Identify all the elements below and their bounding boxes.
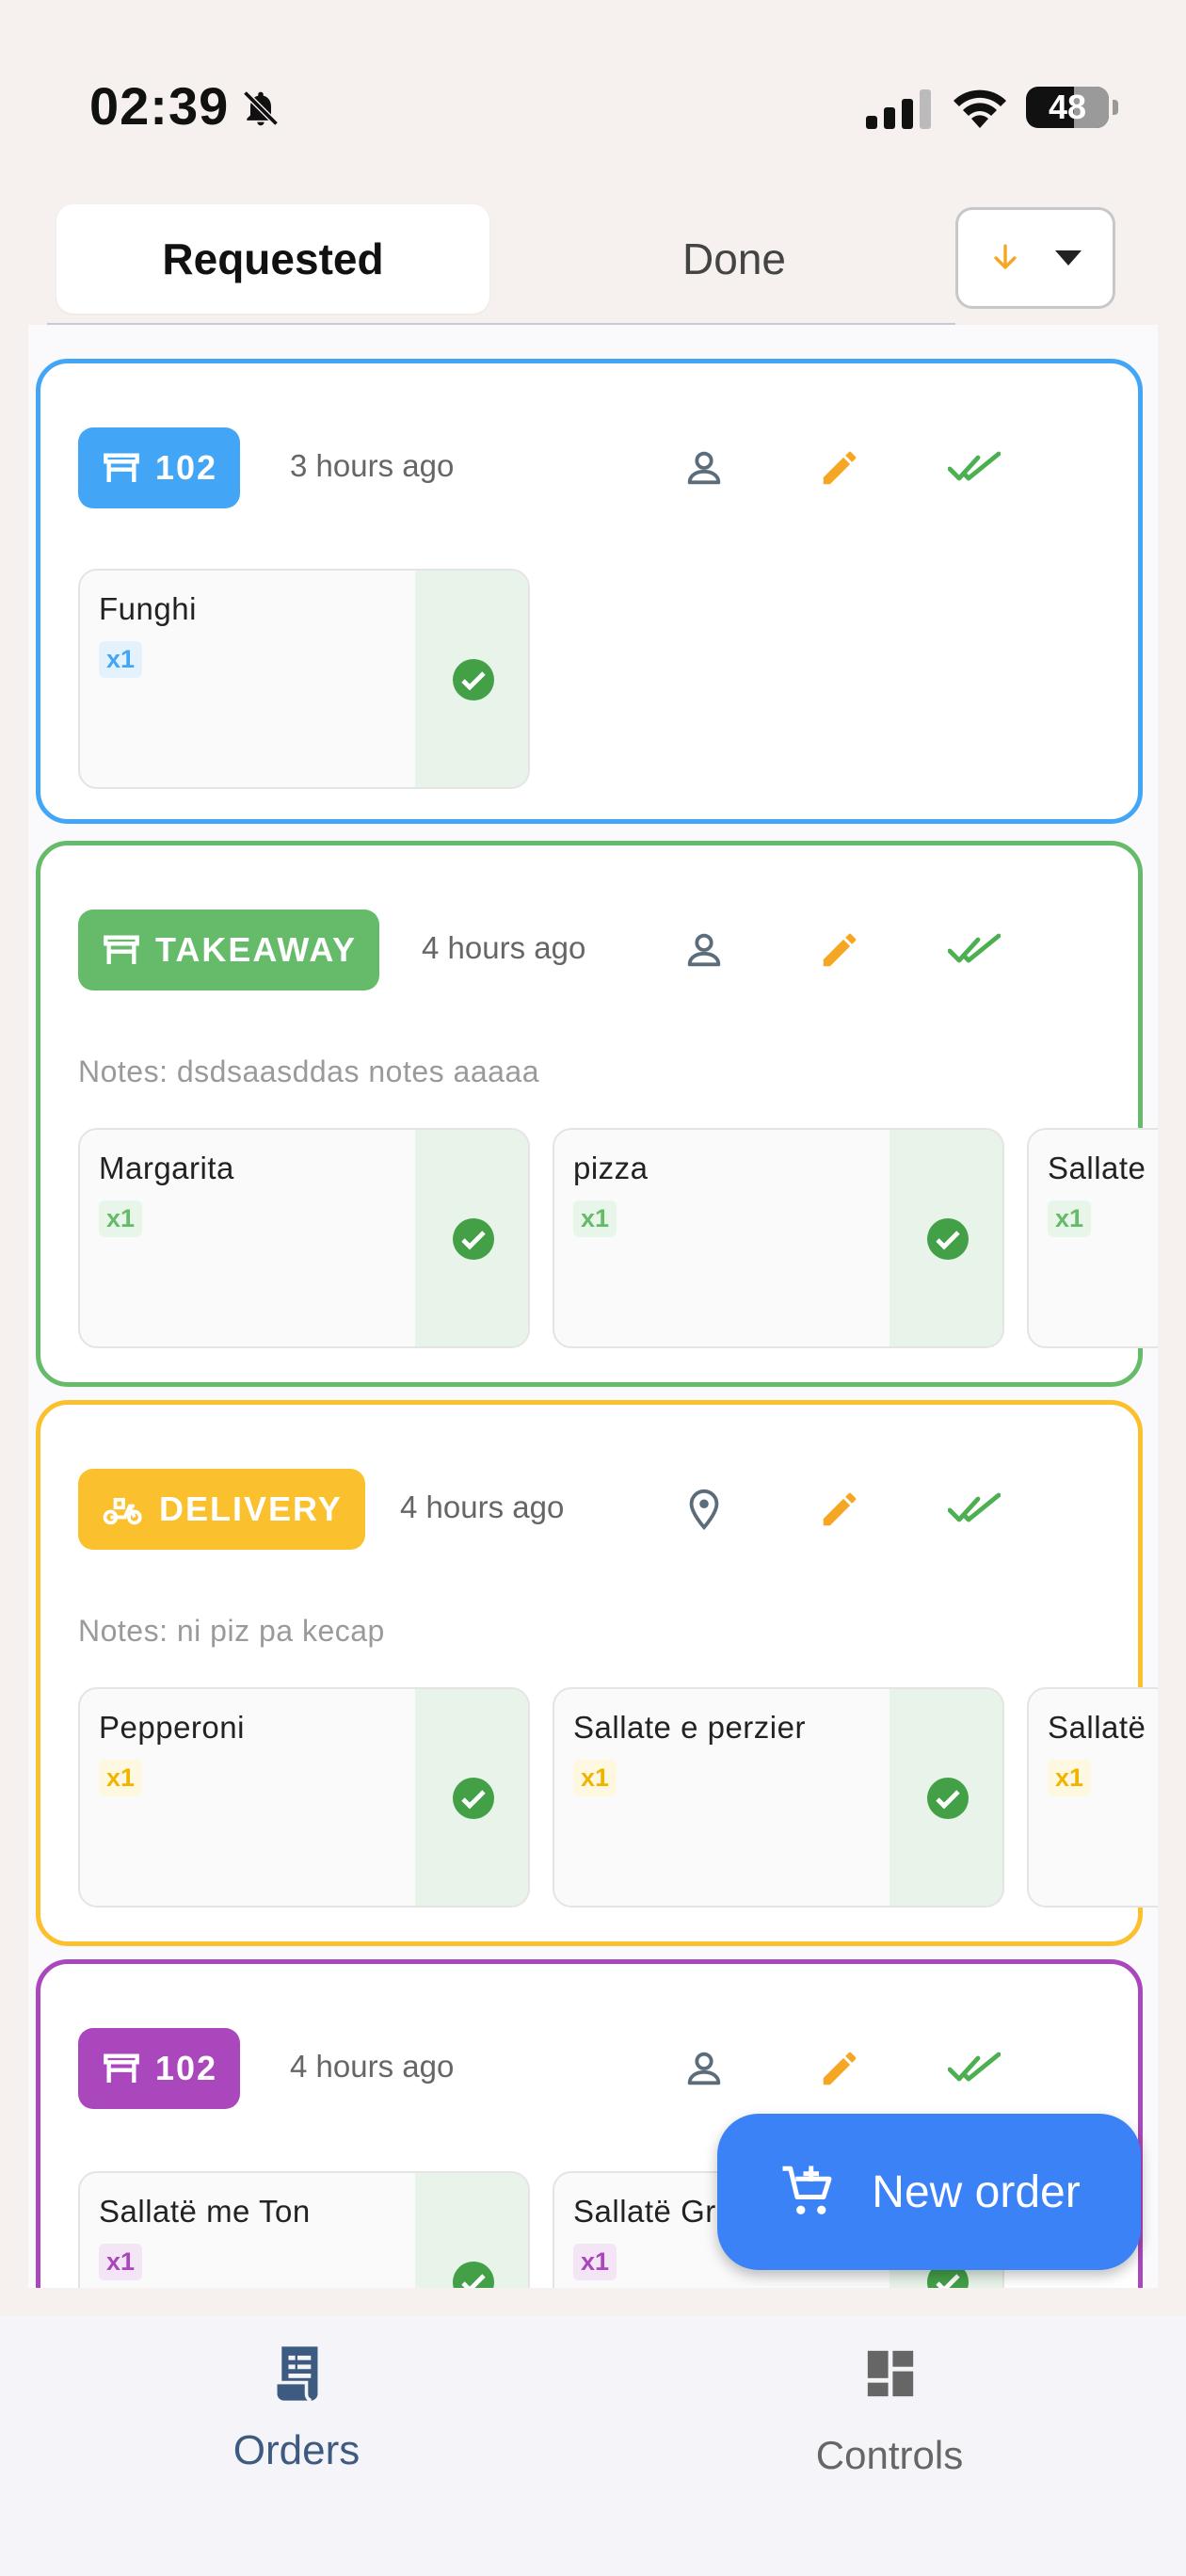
item-qty: x1 <box>1048 1760 1092 1796</box>
new-order-button[interactable]: New order <box>717 2114 1141 2270</box>
edit-pencil-icon[interactable] <box>818 2047 861 2090</box>
nav-controls[interactable]: Controls <box>593 2316 1186 2576</box>
item-name: pizza <box>573 1151 649 1185</box>
order-item[interactable]: Margarita x1 <box>78 1128 530 1348</box>
check-circle-icon <box>453 1218 494 1260</box>
order-time: 3 hours ago <box>290 448 455 483</box>
order-notes: Notes: dsdsaasddas notes aaaaa <box>78 1055 539 1088</box>
location-pin-icon[interactable] <box>682 1486 726 1533</box>
item-name: Margarita <box>99 1151 234 1185</box>
item-done-button[interactable] <box>415 1130 528 1346</box>
tab-requested[interactable]: Requested <box>56 204 489 314</box>
order-badge: 102 <box>78 427 241 508</box>
scooter-icon <box>103 1497 142 1525</box>
order-time: 4 hours ago <box>290 2049 455 2084</box>
nav-controls-label: Controls <box>815 2433 964 2477</box>
item-qty: x1 <box>1048 1200 1092 1237</box>
nav-orders-label: Orders <box>232 2427 361 2473</box>
tab-done[interactable]: Done <box>518 204 951 314</box>
double-check-icon[interactable] <box>948 450 1001 488</box>
order-card[interactable]: DELIVERY 4 hours ago Notes: ni piz pa ke… <box>36 1400 1158 1946</box>
item-qty: x1 <box>573 2244 617 2280</box>
bell-muted-icon <box>243 90 279 126</box>
cellular-signal-icon <box>866 89 931 129</box>
item-qty: x1 <box>99 2244 143 2280</box>
double-check-icon[interactable] <box>948 932 1001 970</box>
order-status-tabs: Requested Done <box>47 202 955 326</box>
person-icon[interactable] <box>682 928 726 972</box>
order-badge: DELIVERY <box>78 1469 365 1550</box>
check-circle-icon <box>453 1778 494 1819</box>
status-bar: 02:39 48 <box>0 0 1186 188</box>
order-item[interactable]: Pepperoni x1 <box>78 1687 530 1908</box>
table-icon <box>104 2053 139 2083</box>
item-qty: x1 <box>573 1760 617 1796</box>
item-done-button[interactable] <box>415 571 528 787</box>
wifi-icon <box>954 89 1006 128</box>
order-item[interactable]: Sallate e perzier x1 <box>553 1687 1004 1908</box>
item-name: Sallatë me Ton <box>99 2194 311 2229</box>
check-circle-icon <box>927 1218 969 1260</box>
edit-pencil-icon[interactable] <box>818 1488 861 1531</box>
person-icon[interactable] <box>682 446 726 490</box>
item-name: Sallate e perzier <box>573 1710 806 1745</box>
clock: 02:39 <box>89 76 230 136</box>
orders-list[interactable]: 102 3 hours ago Funghi x1 TAKEAWAY 4 hou… <box>28 325 1158 2288</box>
add-to-cart-icon <box>782 2165 832 2214</box>
receipt-icon <box>277 2346 318 2403</box>
edit-pencil-icon[interactable] <box>818 928 861 972</box>
item-name: Funghi <box>99 591 197 626</box>
item-qty: x1 <box>99 1760 143 1796</box>
double-check-icon[interactable] <box>948 1491 1001 1529</box>
order-item[interactable]: Sallatë me Ton x1 <box>78 2171 530 2288</box>
edit-pencil-icon[interactable] <box>818 446 861 490</box>
item-qty: x1 <box>99 1200 143 1237</box>
order-notes: Notes: ni piz pa kecap <box>78 1614 385 1648</box>
order-item[interactable]: Sallatë x1 <box>1027 1687 1158 1908</box>
item-name: Sallatë <box>1048 1710 1146 1745</box>
item-name: Pepperoni <box>99 1710 245 1745</box>
order-badge: 102 <box>78 2028 241 2109</box>
table-icon <box>104 935 139 964</box>
order-item[interactable]: Funghi x1 <box>78 569 530 789</box>
new-order-label: New order <box>872 2166 1081 2217</box>
double-check-icon[interactable] <box>948 2051 1001 2088</box>
item-qty: x1 <box>573 1200 617 1237</box>
order-time: 4 hours ago <box>422 930 586 965</box>
check-circle-icon <box>927 1778 969 1819</box>
item-done-button[interactable] <box>890 1689 1002 1906</box>
order-time: 4 hours ago <box>400 1489 565 1524</box>
chevron-down-icon <box>1055 250 1082 266</box>
person-icon[interactable] <box>682 2047 726 2090</box>
check-circle-icon <box>453 2262 494 2288</box>
item-done-button[interactable] <box>890 1130 1002 1346</box>
sort-dropdown[interactable] <box>955 207 1115 309</box>
order-item[interactable]: pizza x1 <box>553 1128 1004 1348</box>
item-done-button[interactable] <box>415 2173 528 2288</box>
order-card[interactable]: 102 3 hours ago Funghi x1 <box>36 359 1143 824</box>
arrow-down-icon <box>994 244 1017 269</box>
order-card[interactable]: TAKEAWAY 4 hours ago Notes: dsdsaasddas … <box>36 841 1158 1387</box>
item-name: Sallatë Gr <box>573 2194 716 2229</box>
item-qty: x1 <box>99 641 143 678</box>
order-badge: TAKEAWAY <box>78 910 380 990</box>
item-done-button[interactable] <box>415 1689 528 1906</box>
item-name: Sallate <box>1048 1151 1146 1185</box>
bottom-navigation: Orders Controls <box>0 2316 1186 2576</box>
nav-orders[interactable]: Orders <box>0 2316 593 2576</box>
dashboard-icon <box>867 2350 914 2397</box>
table-icon <box>104 453 139 482</box>
battery-indicator: 48 <box>1026 87 1109 128</box>
check-circle-icon <box>453 659 494 700</box>
order-item[interactable]: Sallate x1 <box>1027 1128 1158 1348</box>
